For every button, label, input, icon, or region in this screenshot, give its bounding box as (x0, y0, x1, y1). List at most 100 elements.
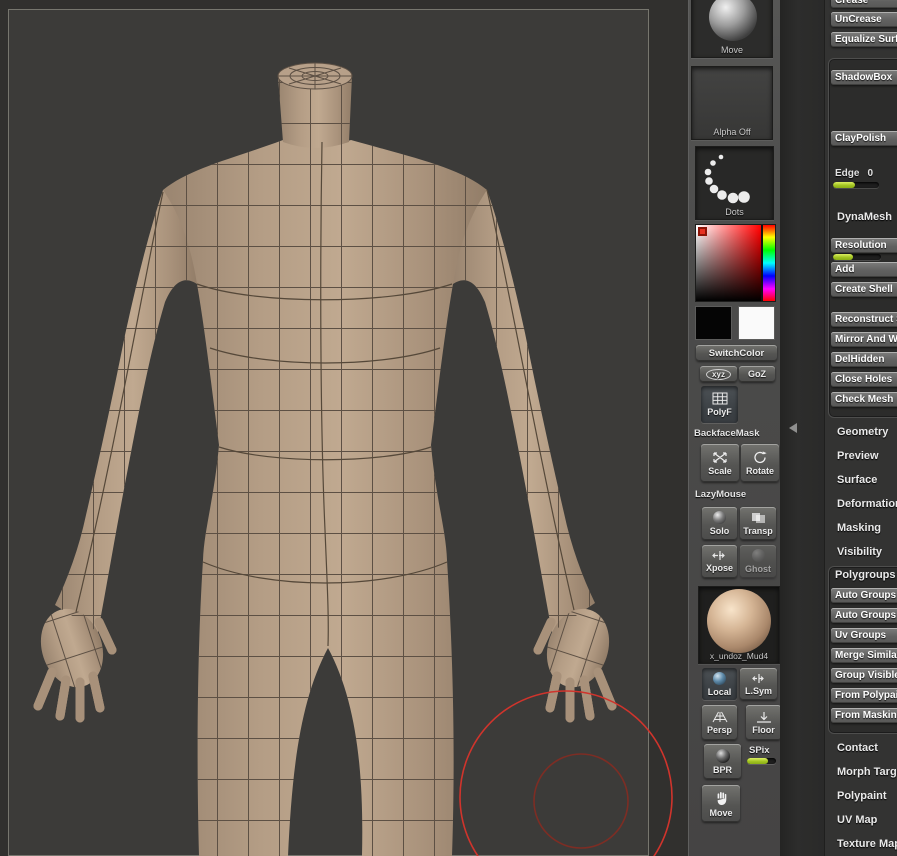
polyframe-label: PolyF (707, 407, 732, 417)
right-shelf: Move Alpha Off Dots SwitchColor xyz GoZ … (688, 0, 780, 856)
dots-stroke-icon (704, 154, 750, 204)
uncrease-button[interactable]: UnCrease (831, 12, 897, 27)
xpose-label: Xpose (705, 563, 733, 573)
edge-label: Edge (835, 168, 860, 179)
create-shell-button[interactable]: Create Shell (831, 282, 897, 297)
xyz-oval: xyz (706, 368, 731, 380)
edge-slider-fill (833, 182, 856, 188)
saturation-value-square[interactable] (696, 225, 761, 301)
move-nav-label: Move (709, 807, 733, 818)
section-surface[interactable]: Surface (837, 474, 877, 486)
rotate-label: Rotate (745, 465, 774, 476)
tool-palette: Crease UnCrease Equalize Surface Area Sh… (824, 0, 897, 856)
secondary-color-swatch[interactable] (738, 306, 775, 340)
solo-button[interactable]: Solo (702, 507, 737, 540)
move-nav-button[interactable]: Move (702, 785, 740, 822)
spix-slider[interactable] (747, 758, 776, 764)
main-color-swatch[interactable] (695, 306, 732, 340)
equalize-surface-button[interactable]: Equalize Surface Area (831, 32, 897, 47)
hue-strip[interactable] (763, 225, 775, 301)
merge-similar-button[interactable]: Merge Similar Groups (831, 648, 897, 663)
section-preview[interactable]: Preview (837, 450, 879, 462)
section-contact[interactable]: Contact (837, 742, 878, 754)
hand-icon (717, 791, 726, 805)
uv-groups-button[interactable]: Uv Groups (831, 628, 897, 643)
transp-icon (751, 512, 765, 523)
close-holes-button[interactable]: Close Holes (831, 372, 897, 387)
local-sphere-icon (713, 671, 726, 685)
viewport-canvas[interactable] (0, 0, 688, 856)
section-visibility[interactable]: Visibility (837, 546, 882, 558)
local-symmetry-button[interactable]: L.Sym (740, 668, 777, 700)
transp-button[interactable]: Transp (740, 507, 776, 540)
stroke-thumbnail[interactable]: Dots (695, 146, 774, 220)
mirror-and-weld-button[interactable]: Mirror And Weld (831, 332, 897, 347)
xyz-button[interactable]: xyz (700, 366, 737, 382)
section-geometry[interactable]: Geometry (837, 426, 888, 438)
reconstruct-subdiv-button[interactable]: Reconstruct Subdiv (831, 312, 897, 327)
lsym-label: L.Sym (744, 685, 772, 696)
edge-value: 0 (867, 168, 874, 179)
document-svg (0, 0, 688, 856)
local-button[interactable]: Local (702, 668, 737, 700)
section-morph-target[interactable]: Morph Target (837, 766, 897, 778)
material-thumbnail[interactable]: x_undoz_Mud4 (698, 586, 780, 664)
ghost-button[interactable]: Ghost (740, 545, 776, 578)
scale-button[interactable]: Scale (701, 444, 739, 482)
material-name: x_undoz_Mud4 (709, 651, 769, 661)
polyframe-grid-icon (712, 392, 727, 405)
ghost-sphere-icon (751, 549, 765, 562)
section-deformation[interactable]: Deformation (837, 498, 897, 510)
crease-button[interactable]: Crease (831, 0, 897, 8)
auto-groups-uv-button[interactable]: Auto Groups With UV (831, 608, 897, 623)
persp-grid-icon (712, 711, 727, 722)
del-hidden-button[interactable]: DelHidden (831, 352, 897, 367)
section-polypaint[interactable]: Polypaint (837, 790, 887, 802)
edge-slider-row: Edge 0 (835, 168, 881, 179)
panel-divider[interactable] (780, 0, 824, 856)
persp-button[interactable]: Persp (702, 705, 737, 740)
auto-groups-button[interactable]: Auto Groups (831, 588, 897, 603)
polyframe-button[interactable]: PolyF (701, 386, 738, 423)
check-mesh-button[interactable]: Check Mesh (831, 392, 897, 407)
alpha-thumbnail[interactable]: Alpha Off (691, 66, 773, 140)
stroke-name: Dots (725, 207, 744, 217)
section-texture-map[interactable]: Texture Map (837, 838, 897, 850)
from-masking-button[interactable]: From Masking (831, 708, 897, 723)
resolution-slider[interactable] (833, 254, 881, 260)
color-cursor (698, 227, 707, 236)
transp-label: Transp (743, 525, 773, 536)
edge-slider[interactable] (833, 182, 879, 188)
rotate-button[interactable]: Rotate (741, 444, 779, 482)
brush-sphere-icon (709, 0, 757, 41)
color-picker[interactable] (695, 224, 776, 302)
solo-sphere-icon (713, 511, 726, 524)
scale-label: Scale (708, 465, 732, 476)
current-brush-thumbnail[interactable]: Move (691, 0, 773, 58)
spix-label[interactable]: SPix (749, 745, 770, 756)
group-visible-button[interactable]: Group Visible (831, 668, 897, 683)
switch-color-button[interactable]: SwitchColor (696, 345, 777, 361)
xpose-arrows-icon (711, 551, 725, 560)
dynamesh-header[interactable]: DynaMesh (837, 211, 892, 223)
from-polypaint-button[interactable]: From Polypaint (831, 688, 897, 703)
section-masking[interactable]: Masking (837, 522, 881, 534)
claypolish-button[interactable]: ClayPolish (831, 131, 897, 146)
xpose-button[interactable]: Xpose (702, 545, 737, 578)
ghost-label: Ghost (745, 564, 771, 574)
rotate-arrows-icon (754, 450, 767, 463)
floor-icon (756, 711, 771, 723)
floor-button[interactable]: Floor (746, 705, 780, 740)
solo-label: Solo (709, 526, 730, 536)
bpr-button[interactable]: BPR (704, 744, 741, 779)
polygroups-header[interactable]: Polygroups (835, 569, 896, 581)
goz-button[interactable]: GoZ (739, 366, 775, 382)
backface-mask-label[interactable]: BackfaceMask (694, 428, 760, 439)
resolution-button[interactable]: Resolution (831, 238, 897, 253)
section-uv-map[interactable]: UV Map (837, 814, 877, 826)
neck-cap (277, 62, 353, 90)
add-button[interactable]: Add (831, 262, 897, 277)
lazymouse-label[interactable]: LazyMouse (695, 489, 746, 500)
shadowbox-button[interactable]: ShadowBox (831, 70, 897, 85)
collapse-arrow-icon[interactable] (789, 423, 797, 433)
